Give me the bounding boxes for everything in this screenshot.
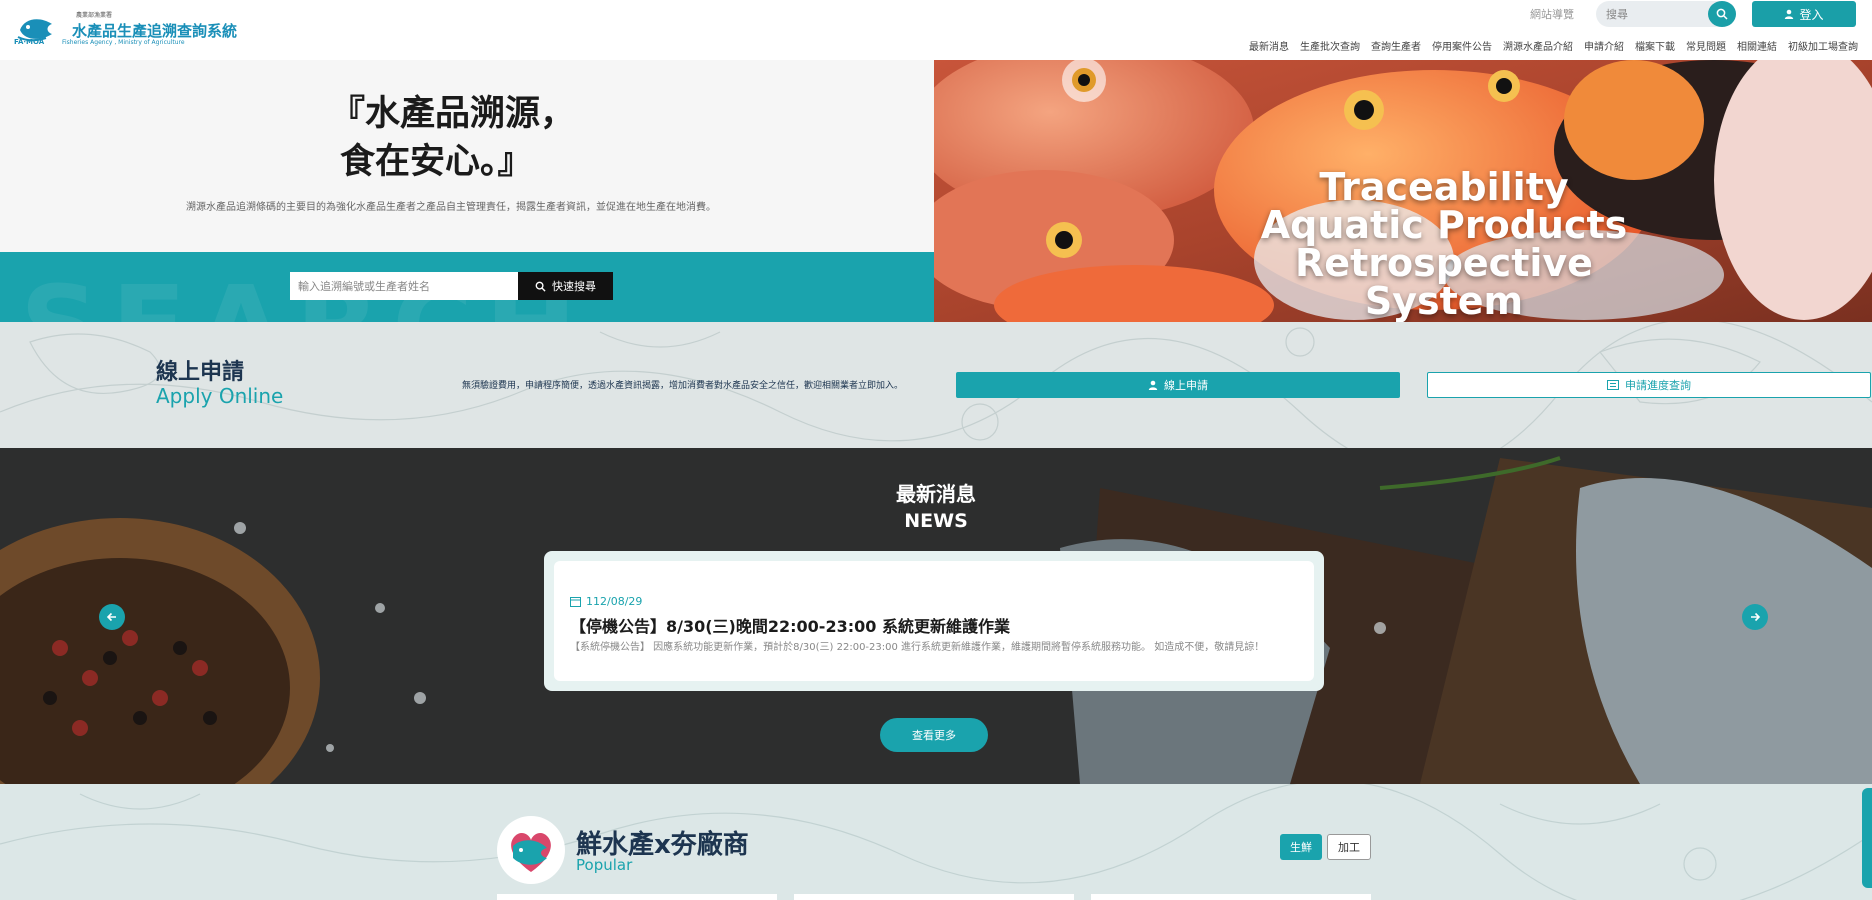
header-search-input[interactable] bbox=[1596, 1, 1708, 27]
site-header: 農業部漁業署 水產品生產追溯查詢系統 FA∙MOA Fisheries Agen… bbox=[0, 0, 1872, 60]
hero-english-line1: Traceability bbox=[1319, 165, 1569, 209]
main-nav: 最新消息 生產批次查詢 查詢生產者 停用案件公告 溯源水產品介紹 申請介紹 檔案… bbox=[1249, 38, 1858, 53]
news-section: 最新消息 NEWS 112/08/29 【停機公告】8/30(三)晚間22:00… bbox=[0, 448, 1872, 784]
news-body: 【系統停機公告】 因應系統功能更新作業，預計於8/30(三) 22:00-23:… bbox=[570, 642, 1265, 653]
news-more-button[interactable]: 查看更多 bbox=[880, 718, 988, 752]
hero-fish-image: Traceability Aquatic Products Retrospect… bbox=[934, 60, 1872, 322]
header-search bbox=[1596, 1, 1736, 27]
quick-search-label: 快速搜尋 bbox=[552, 280, 596, 293]
hero-english-title: Traceability Aquatic Products Retrospect… bbox=[1234, 168, 1654, 320]
document-list-icon bbox=[1607, 380, 1619, 390]
nav-latest-news[interactable]: 最新消息 bbox=[1249, 38, 1289, 53]
application-progress-button[interactable]: 申請進度查詢 bbox=[1427, 372, 1871, 398]
news-headline[interactable]: 【停機公告】8/30(三)晚間22:00-23:00 系統更新維護作業 bbox=[570, 613, 1010, 637]
quick-search-band: SEARCH 快速搜尋 bbox=[0, 252, 934, 322]
nav-related-links[interactable]: 相關連結 bbox=[1737, 38, 1777, 53]
vendor-card[interactable] bbox=[1091, 894, 1371, 900]
tab-processed[interactable]: 加工 bbox=[1327, 834, 1371, 860]
sketch-background-pattern bbox=[0, 784, 1872, 900]
login-button[interactable]: 登入 bbox=[1752, 1, 1856, 27]
nav-faq[interactable]: 常見問題 bbox=[1686, 38, 1726, 53]
site-logo[interactable]: 農業部漁業署 水產品生產追溯查詢系統 FA∙MOA Fisheries Agen… bbox=[14, 8, 237, 48]
arrow-left-icon bbox=[106, 612, 116, 622]
apply-title-zh: 線上申請 bbox=[156, 360, 245, 385]
news-date-text: 112/08/29 bbox=[586, 595, 643, 608]
apply-title-en: Apply Online bbox=[156, 384, 284, 408]
nav-suspended-cases[interactable]: 停用案件公告 bbox=[1432, 38, 1492, 53]
apply-online-label: 線上申請 bbox=[1164, 379, 1208, 392]
system-title: 水產品生產追溯查詢系統 bbox=[72, 22, 238, 40]
login-label: 登入 bbox=[1799, 7, 1824, 22]
header-search-button[interactable] bbox=[1708, 1, 1736, 27]
nav-downloads[interactable]: 檔案下載 bbox=[1635, 38, 1675, 53]
nav-processing-plant-query[interactable]: 初級加工場查詢 bbox=[1788, 38, 1858, 53]
quick-search-button[interactable]: 快速搜尋 bbox=[518, 272, 613, 300]
apply-online-button[interactable]: 線上申請 bbox=[956, 372, 1400, 398]
popular-section: 鮮水產x夯廠商 Popular 生鮮 加工 bbox=[0, 784, 1872, 900]
agency-english-label: Fisheries Agency , Ministry of Agricultu… bbox=[62, 39, 185, 46]
tab-fresh[interactable]: 生鮮 bbox=[1280, 834, 1322, 860]
user-icon bbox=[1148, 380, 1158, 390]
news-prev-button[interactable] bbox=[99, 604, 125, 630]
nav-producer-query[interactable]: 查詢生產者 bbox=[1371, 38, 1421, 53]
news-card[interactable]: 112/08/29 【停機公告】8/30(三)晚間22:00-23:00 系統更… bbox=[554, 561, 1314, 681]
popular-heart-fish-logo bbox=[497, 816, 565, 884]
search-icon bbox=[535, 281, 546, 292]
application-progress-label: 申請進度查詢 bbox=[1625, 379, 1691, 392]
user-icon bbox=[1785, 9, 1794, 19]
ministry-label: 農業部漁業署 bbox=[76, 12, 113, 19]
nav-application-intro[interactable]: 申請介紹 bbox=[1584, 38, 1624, 53]
apply-online-section: 線上申請 Apply Online 無須驗證費用，申請程序簡便，透過水產資訊揭露… bbox=[0, 322, 1872, 448]
apply-description: 無須驗證費用，申請程序簡便，透過水產資訊揭露，增加消費者對水產品安全之信任，歡迎… bbox=[462, 381, 904, 391]
arrow-right-icon bbox=[1751, 612, 1761, 622]
nav-batch-query[interactable]: 生產批次查詢 bbox=[1300, 38, 1360, 53]
news-title-zh: 最新消息 bbox=[896, 482, 976, 506]
hero-english-line2: Aquatic Products bbox=[1260, 203, 1628, 247]
calendar-icon bbox=[570, 597, 581, 607]
vendor-card[interactable] bbox=[794, 894, 1074, 900]
hero-description: 溯源水產品追溯條碼的主要目的為強化水產品生產者之產品自主管理責任，揭露生產者資訊… bbox=[186, 202, 716, 213]
hero-english-line3: Retrospective System bbox=[1295, 241, 1593, 322]
quick-search-input[interactable] bbox=[290, 272, 518, 300]
hero-title-line2: 食在安心。』 bbox=[340, 142, 533, 182]
search-icon bbox=[1716, 8, 1728, 20]
news-next-button[interactable] bbox=[1742, 604, 1768, 630]
news-date: 112/08/29 bbox=[570, 595, 642, 608]
heart-fish-icon bbox=[511, 833, 551, 872]
popular-subtitle: Popular bbox=[576, 856, 633, 874]
vendor-card[interactable] bbox=[497, 894, 777, 900]
sitemap-link[interactable]: 網站導覽 bbox=[1530, 6, 1574, 22]
news-title-en: NEWS bbox=[904, 510, 968, 532]
side-floating-tab[interactable] bbox=[1862, 788, 1872, 888]
nav-products-intro[interactable]: 溯源水產品介紹 bbox=[1503, 38, 1573, 53]
hero-title: 『水產品溯源， 食在安心。』 bbox=[330, 90, 575, 186]
hero-title-line1: 『水產品溯源， bbox=[330, 94, 576, 134]
hero-intro: 『水產品溯源， 食在安心。』 溯源水產品追溯條碼的主要目的為強化水產品生產者之產… bbox=[0, 60, 934, 252]
news-carousel: 112/08/29 【停機公告】8/30(三)晚間22:00-23:00 系統更… bbox=[544, 551, 1324, 691]
fa-moa-label: FA∙MOA bbox=[14, 38, 45, 46]
